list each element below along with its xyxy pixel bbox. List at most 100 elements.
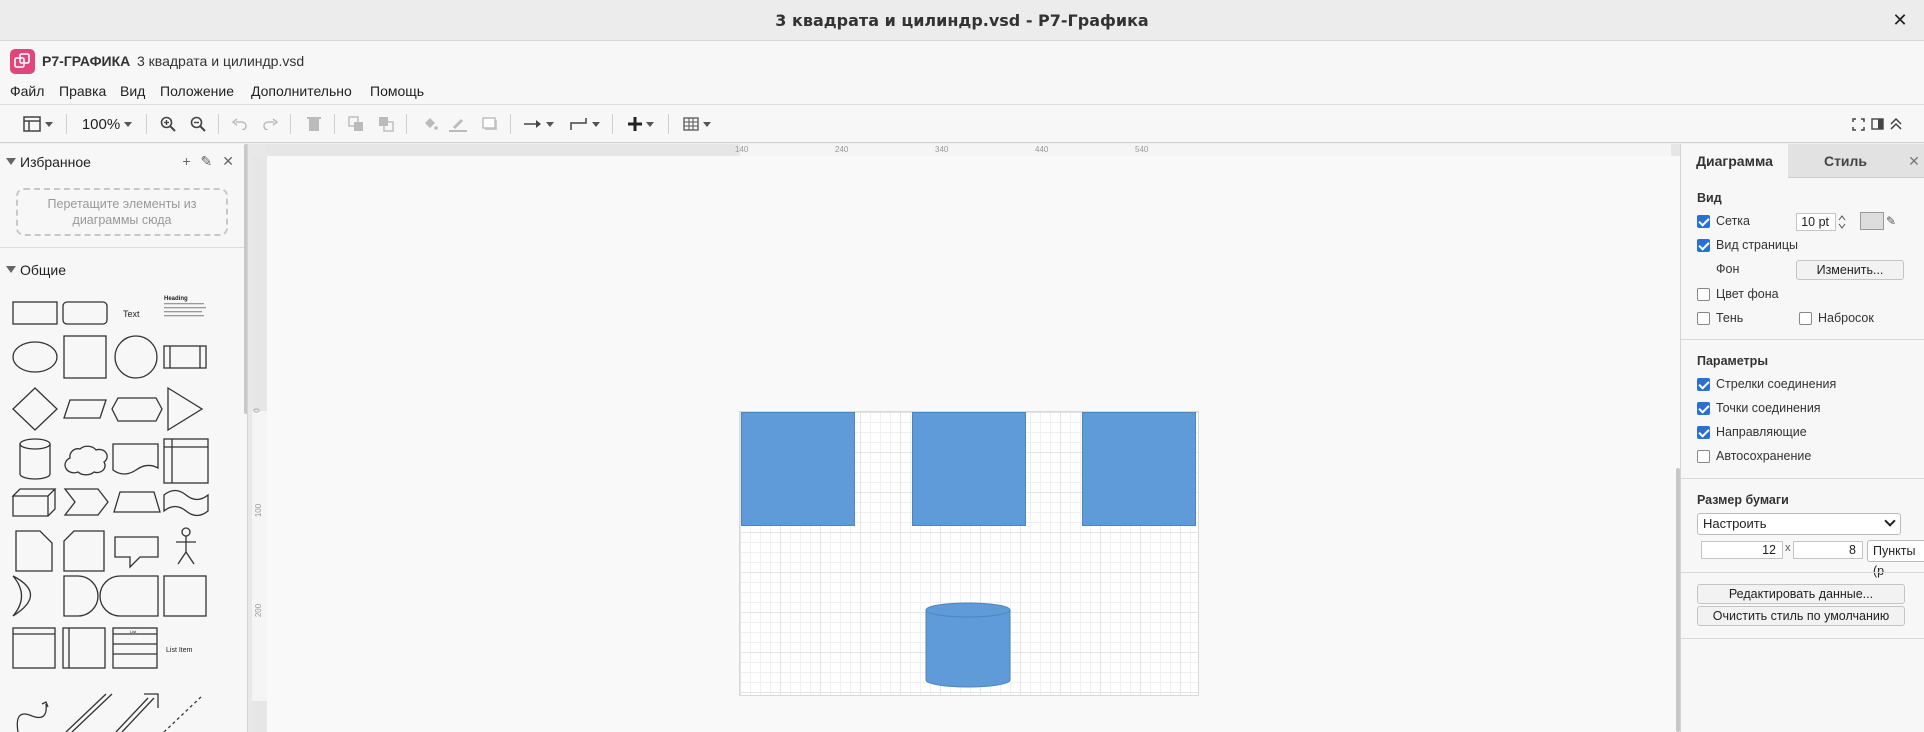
collapse-arrow-icon [6,158,16,165]
grid-size-field[interactable]: 10 pt [1796,213,1836,231]
autosave-row[interactable]: Автосохранение [1697,447,1811,465]
grid-checkbox-row[interactable]: Сетка [1697,212,1750,230]
connection-arrows-row[interactable]: Стрелки соединения [1697,375,1836,393]
menu-view[interactable]: Вид [119,81,146,101]
shape-tape [163,489,209,517]
redo-icon[interactable] [260,113,280,135]
close-panel-icon[interactable]: ✕ [1903,144,1924,178]
shape-rectangle [12,301,58,325]
zoom-in-icon[interactable] [158,113,178,135]
grid-checkbox[interactable] [1697,214,1710,228]
units-select[interactable]: Пункты (р [1867,540,1924,578]
connection-points-row[interactable]: Точки соединения [1697,399,1821,417]
shape-delay [63,575,99,617]
shape-palette[interactable]: Text Heading List List Item [8,294,213,732]
collapse-icon[interactable] [1888,113,1904,135]
edit-icon[interactable]: ✎ [201,153,213,170]
fullscreen-icon[interactable] [1850,113,1866,135]
shape-cube [11,488,57,517]
connection-arrows-checkbox[interactable] [1697,377,1710,391]
shape-arrow [115,693,159,732]
menu-edit[interactable]: Правка [58,81,107,101]
table-button[interactable] [680,113,714,135]
shapes-sidebar: Избранное + ✎ ✕ Перетащите элементы из д… [0,144,248,732]
menu-arrange[interactable]: Положение [159,81,235,101]
grid-size-stepper-icon[interactable] [1838,213,1846,231]
favorites-header[interactable]: Избранное + ✎ ✕ [0,147,247,177]
guides-row[interactable]: Направляющие [1697,423,1807,441]
shape-triangle [167,386,204,432]
view-panels-button[interactable] [20,113,56,135]
paper-size-select[interactable]: Настроить [1697,513,1901,535]
close-window-button[interactable]: ✕ [1888,8,1912,32]
to-back-icon[interactable] [376,113,396,135]
general-label: Общие [20,262,67,278]
sketch-checkbox[interactable] [1799,311,1812,325]
layout-icon [23,116,41,132]
table-icon [683,117,699,131]
menu-extras[interactable]: Дополнительно [250,81,353,101]
cylinder-shape[interactable] [925,602,1011,688]
insert-button[interactable] [624,113,658,135]
zoom-level: 100% [81,115,121,133]
paper-height-field[interactable]: 8 [1793,541,1863,559]
connection-style-button[interactable] [522,113,556,135]
change-background-button[interactable]: Изменить... [1796,260,1904,280]
vertical-ruler: 0 100 200 [252,156,267,732]
shadow-icon[interactable] [480,113,500,135]
title-bar: 3 квадрата и цилиндр.vsd - Р7-Графика ✕ [0,0,1924,41]
bg-color-checkbox-row[interactable]: Цвет фона [1697,285,1779,303]
shape-list-title: List [130,629,137,634]
tab-style[interactable]: Стиль [1788,144,1903,178]
bg-color-checkbox[interactable] [1697,287,1710,301]
diagram-canvas[interactable] [267,156,1680,732]
shape-text: Text [123,309,140,319]
page-view-checkbox-row[interactable]: Вид страницы [1697,236,1798,254]
sketch-checkbox-row[interactable]: Набросок [1799,309,1874,327]
shape-internal-storage [163,438,209,484]
autosave-checkbox[interactable] [1697,449,1710,463]
add-icon[interactable]: + [182,153,190,170]
undo-icon[interactable] [230,113,250,135]
paper-width-field[interactable]: 12 [1701,541,1783,559]
shadow-checkbox-row[interactable]: Тень [1697,309,1743,327]
menu-file[interactable]: Файл [9,81,45,101]
square-shape-2[interactable] [912,412,1026,526]
eyedropper-icon[interactable]: ✎ [1886,212,1900,230]
zoom-dropdown[interactable]: 100% [78,113,136,135]
shape-trapezoid [113,491,161,513]
size-separator: x [1785,542,1791,554]
grid-color-swatch[interactable] [1860,212,1884,230]
waypoints-button[interactable] [568,113,602,135]
shape-parallelogram [63,399,107,419]
line-color-icon[interactable] [448,113,468,135]
square-shape-3[interactable] [1082,412,1196,526]
edit-data-button[interactable]: Редактировать данные... [1697,584,1905,604]
horizontal-ruler: 140 240 340 440 540 [267,144,1680,156]
delete-icon[interactable] [304,113,324,135]
menu-help[interactable]: Помощь [369,81,425,101]
shape-square [63,335,107,379]
shape-callout [114,536,159,569]
shape-diamond [12,387,58,431]
paper-size-section-title: Размер бумаги [1697,493,1789,507]
shape-display [99,575,159,617]
connection-points-checkbox[interactable] [1697,401,1710,415]
guides-checkbox[interactable] [1697,425,1710,439]
clear-default-style-button[interactable]: Очистить стиль по умолчанию [1697,606,1905,626]
zoom-out-icon[interactable] [188,113,208,135]
page-view-checkbox[interactable] [1697,238,1710,252]
shape-step [63,488,109,516]
close-icon[interactable]: ✕ [222,153,234,170]
favorites-dropzone[interactable]: Перетащите элементы из диаграммы сюда [16,188,228,236]
fill-color-icon[interactable] [420,113,440,135]
tab-diagram[interactable]: Диаграмма [1681,144,1788,178]
document-name[interactable]: 3 квадрата и цилиндр.vsd [137,53,304,69]
general-header[interactable]: Общие [0,255,247,285]
square-shape-1[interactable] [741,412,855,526]
menu-bar: Файл Правка Вид Положение Дополнительно … [0,77,1924,105]
shadow-checkbox[interactable] [1697,311,1710,325]
format-panel-icon[interactable] [1869,113,1885,135]
to-front-icon[interactable] [346,113,366,135]
shape-bidirectional-arrow [65,693,107,732]
